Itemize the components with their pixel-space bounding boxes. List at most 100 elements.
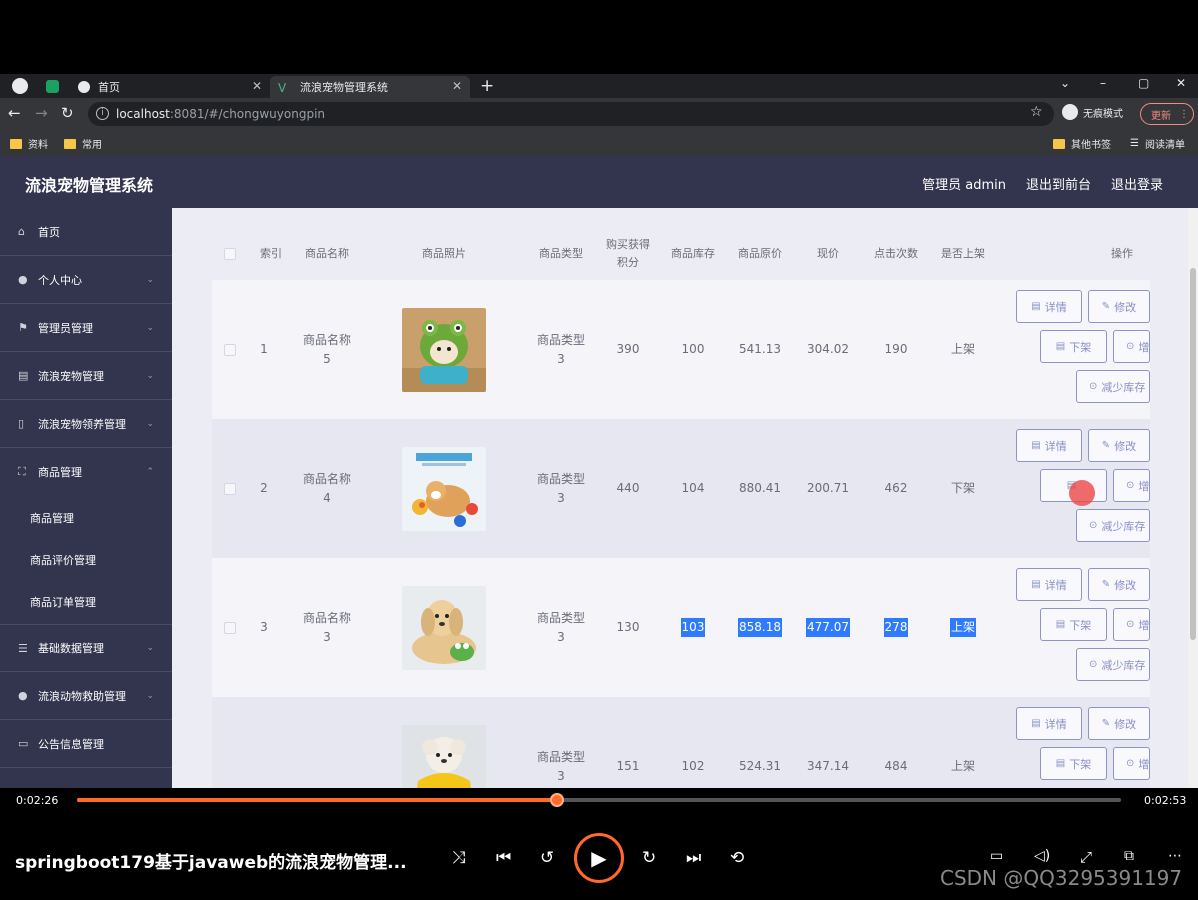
bookmark-folder[interactable]: 其他书签 <box>1053 136 1111 151</box>
bookmark-folder[interactable]: 资料 <box>10 136 48 151</box>
scrollbar-thumb[interactable] <box>1190 268 1196 640</box>
offshelf-button[interactable]: ▤ 下架 <box>1040 608 1107 641</box>
sidebar-item-basic-data[interactable]: ☰ 基础数据管理 ⌄ <box>0 624 172 672</box>
bookmark-folder[interactable]: 常用 <box>64 136 102 151</box>
sidebar-item-admins[interactable]: ⚑ 管理员管理 ⌄ <box>0 304 172 352</box>
sidebar-subitem-reviews[interactable]: 商品评价管理 <box>30 552 96 568</box>
button-label: 下架 <box>1069 757 1092 771</box>
reduce-stock-button[interactable]: ⊙ 减少库存 <box>1076 509 1150 542</box>
more-icon[interactable]: ⋯ <box>1168 848 1182 864</box>
progress-knob[interactable] <box>550 793 565 807</box>
product-photo[interactable] <box>402 585 486 670</box>
detail-button[interactable]: ▤ 详情 <box>1016 568 1082 601</box>
play-button[interactable]: ▶ <box>574 833 624 883</box>
loop-icon[interactable]: ⟲ <box>730 848 744 868</box>
logout-link[interactable]: 退出登录 <box>1111 174 1163 193</box>
update-button[interactable]: 更新 ⋮ <box>1140 103 1194 125</box>
pin-icon: ⊙ <box>1089 381 1098 392</box>
bookmark-star-icon[interactable]: ☆ <box>1030 104 1043 120</box>
back-to-front-link[interactable]: 退出到前台 <box>1026 174 1091 193</box>
add-stock-button[interactable]: ⊙ 增 <box>1113 330 1150 363</box>
new-tab-button[interactable]: + <box>480 76 494 96</box>
shuffle-icon[interactable]: ⤨ <box>452 848 466 868</box>
sidebar-item-goods[interactable]: ⛶ 商品管理 ⌃ <box>0 448 172 496</box>
chevron-down-icon: ⌄ <box>146 370 154 381</box>
forward-icon[interactable]: ↻ <box>642 848 656 868</box>
sidebar-item-rescue[interactable]: ● 流浪动物救助管理 ⌄ <box>0 672 172 720</box>
row-checkbox[interactable] <box>220 419 240 558</box>
detail-button[interactable]: ▤ 详情 <box>1016 707 1082 740</box>
detail-button[interactable]: ▤ 详情 <box>1016 290 1082 323</box>
sidebar-item-label: 基础数据管理 <box>38 642 104 655</box>
tab-home[interactable]: 首页 ✕ <box>70 76 270 98</box>
list-icon: ▤ <box>18 369 29 382</box>
maximize-icon[interactable]: ▢ <box>1138 76 1149 90</box>
previous-icon[interactable]: ⏮ <box>496 848 511 868</box>
cell-index: 2 <box>260 481 268 495</box>
reload-icon[interactable]: ↻ <box>61 104 74 122</box>
window-close-icon[interactable]: ✕ <box>1176 76 1186 90</box>
cell-photo <box>402 697 486 788</box>
sheets-tab-icon[interactable] <box>46 80 59 93</box>
edit-button[interactable]: ✎ 修改 <box>1088 429 1150 462</box>
subtitle-icon[interactable]: ▭ <box>990 848 1003 864</box>
row-checkbox[interactable] <box>220 280 240 419</box>
pin-icon: ● <box>18 689 28 702</box>
product-photo[interactable] <box>402 307 486 392</box>
info-icon[interactable]: i <box>96 107 109 120</box>
tab-app[interactable]: V 流浪宠物管理系统 ✕ <box>270 76 470 98</box>
chevron-down-icon: ⌄ <box>146 322 154 333</box>
reduce-stock-button[interactable]: ⊙ 减少库存 <box>1076 648 1150 681</box>
incognito-indicator[interactable]: 无痕模式 <box>1062 104 1123 120</box>
close-icon[interactable]: ✕ <box>452 79 462 93</box>
sidebar-item-profile[interactable]: ● 个人中心 ⌄ <box>0 256 172 304</box>
sidebar-item-pets[interactable]: ▤ 流浪宠物管理 ⌄ <box>0 352 172 400</box>
next-icon[interactable]: ⏭ <box>686 848 701 868</box>
edit-button[interactable]: ✎ 修改 <box>1088 568 1150 601</box>
row-checkbox[interactable] <box>220 558 240 697</box>
fullscreen-icon[interactable]: ⤢ <box>1080 848 1092 866</box>
add-stock-button[interactable]: ⊙ 增 <box>1113 747 1150 780</box>
minimize-icon[interactable]: – <box>1100 76 1106 90</box>
edit-button[interactable]: ✎ 修改 <box>1088 290 1150 323</box>
product-photo[interactable] <box>402 446 486 531</box>
browser-address-bar: ← → ↻ i localhost:8081/#/chongwuyongpin … <box>0 98 1198 130</box>
product-photo[interactable] <box>402 724 486 788</box>
cell-index: 3 <box>260 620 268 634</box>
bookmark-label: 阅读清单 <box>1144 140 1185 151</box>
browser-globe-icon[interactable] <box>12 78 28 94</box>
forward-icon[interactable]: → <box>35 104 48 122</box>
select-all-checkbox[interactable] <box>220 228 240 280</box>
tab-search-icon[interactable]: ⌄ <box>1060 76 1070 90</box>
cell-stock: 104 <box>681 481 705 495</box>
rewind-icon[interactable]: ↺ <box>540 848 554 868</box>
cell-points: 440 <box>616 481 640 495</box>
doc-icon: ▤ <box>1031 718 1041 729</box>
sidebar-item-notices[interactable]: ▭ 公告信息管理 <box>0 720 172 768</box>
page-scrollbar[interactable] <box>1188 208 1198 788</box>
progress-bar[interactable] <box>77 793 1121 807</box>
button-label: 修改 <box>1114 717 1137 731</box>
reduce-stock-button[interactable]: ⊙ 减少库存 <box>1076 370 1150 403</box>
add-stock-button[interactable]: ⊙ 增 <box>1113 608 1150 641</box>
cell-photo <box>402 280 486 419</box>
reading-list[interactable]: ☰ 阅读清单 <box>1130 136 1185 151</box>
cell-photo <box>402 558 486 697</box>
sidebar-item-adoption[interactable]: ▯ 流浪宠物领养管理 ⌄ <box>0 400 172 448</box>
detail-button[interactable]: ▤ 详情 <box>1016 429 1082 462</box>
volume-icon[interactable]: ◁) <box>1034 848 1050 864</box>
url-field[interactable]: i localhost:8081/#/chongwuyongpin <box>88 102 1054 126</box>
back-icon[interactable]: ← <box>8 104 21 122</box>
folder-icon <box>64 138 76 149</box>
add-stock-button[interactable]: ⊙ 增 <box>1113 469 1150 502</box>
edit-button[interactable]: ✎ 修改 <box>1088 707 1150 740</box>
sidebar-item-home[interactable]: ⌂ 首页 <box>0 208 172 256</box>
offshelf-button[interactable]: ▤ 下架 <box>1040 747 1107 780</box>
sidebar-subitem-goods[interactable]: 商品管理 <box>30 510 74 526</box>
cell-status: 上架 <box>950 759 975 773</box>
close-icon[interactable]: ✕ <box>252 79 262 93</box>
pip-icon[interactable]: ⧉ <box>1124 848 1134 864</box>
sidebar-item-label: 流浪宠物领养管理 <box>38 417 126 431</box>
offshelf-button[interactable]: ▤ 下架 <box>1040 330 1107 363</box>
sidebar-subitem-orders[interactable]: 商品订单管理 <box>30 594 96 610</box>
